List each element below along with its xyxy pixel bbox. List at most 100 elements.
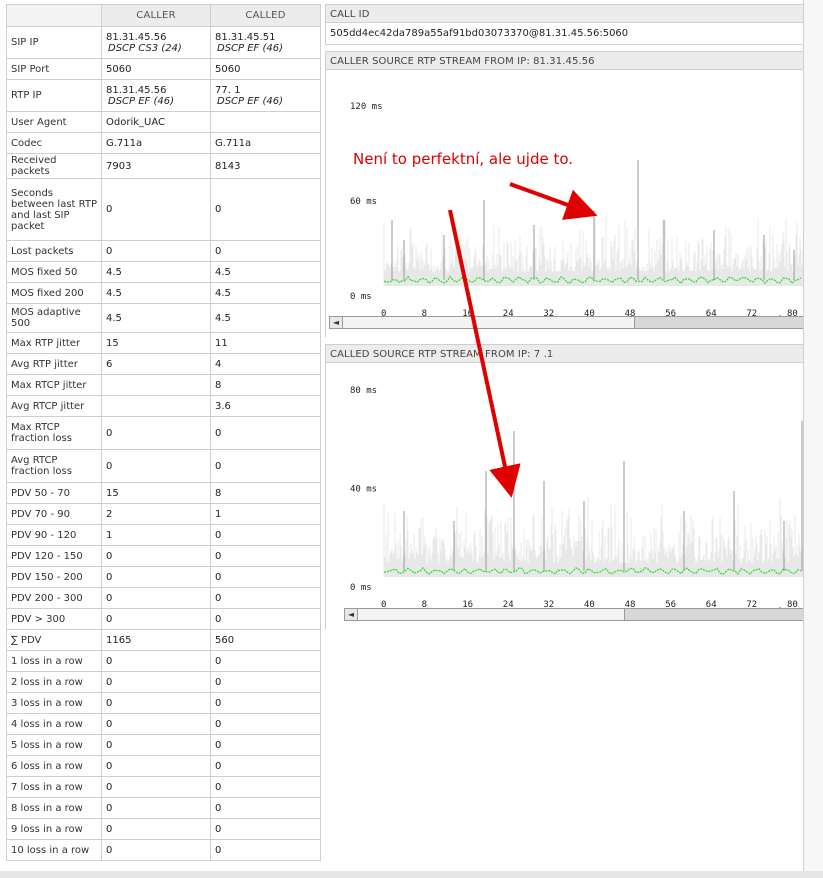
called-value-text: 1 bbox=[215, 508, 222, 520]
caller-value-text: 0 bbox=[106, 460, 113, 472]
row-label: User Agent bbox=[6, 111, 102, 133]
caller-value-text: 0 bbox=[106, 802, 113, 814]
table-row: PDV 120 - 150 0 0 bbox=[6, 545, 321, 567]
caller-value-text: 4.5 bbox=[106, 312, 122, 324]
caller-value-text: 0 bbox=[106, 823, 113, 835]
table-row: Lost packets 0 0 bbox=[6, 240, 321, 262]
called-value: 4.5 bbox=[210, 282, 321, 304]
called-jitter-graph: 80 ms40 ms0 ms08162432404856647280Loss:0… bbox=[350, 386, 804, 613]
row-label-text: 5 loss in a row bbox=[11, 739, 83, 751]
called-value: 0 bbox=[210, 776, 321, 798]
page-right-edge bbox=[803, 0, 823, 871]
row-label-text: Codec bbox=[11, 137, 43, 149]
row-label: PDV 120 - 150 bbox=[6, 545, 102, 567]
called-value-text: 81.31.45.51 bbox=[215, 31, 276, 43]
row-label-text: Max RTP jitter bbox=[11, 337, 81, 349]
called-value: 8 bbox=[210, 374, 321, 396]
caller-value-text: 0 bbox=[106, 613, 113, 625]
called-value: 0 bbox=[210, 755, 321, 777]
row-label-text: PDV > 300 bbox=[11, 613, 66, 625]
scroll-thumb[interactable] bbox=[358, 609, 625, 620]
caller-value: 0 bbox=[101, 650, 211, 672]
called-value-text: 3.6 bbox=[215, 400, 231, 412]
table-header-row: CALLER CALLED bbox=[6, 4, 321, 27]
row-label-text: PDV 50 - 70 bbox=[11, 487, 70, 499]
table-row: User Agent Odorik_UAC bbox=[6, 111, 321, 133]
called-value: 4.5 bbox=[210, 261, 321, 283]
caller-value: 0 bbox=[101, 776, 211, 798]
caller-value-text: 0 bbox=[106, 781, 113, 793]
header-caller: CALLER bbox=[101, 4, 211, 27]
caller-value-text: 81.31.45.56 bbox=[106, 31, 167, 43]
row-label: MOS adaptive 500 bbox=[6, 303, 102, 333]
called-graph-scrollbar[interactable]: ◄ bbox=[344, 608, 804, 621]
called-value: 8 bbox=[210, 482, 321, 504]
y-tick-label: 60 ms bbox=[350, 197, 377, 207]
called-value-text: 11 bbox=[215, 337, 228, 349]
called-value-text: 0 bbox=[215, 760, 222, 772]
called-value: 3.6 bbox=[210, 395, 321, 417]
row-label-text: MOS fixed 200 bbox=[11, 287, 84, 299]
table-row: PDV 50 - 70 15 8 bbox=[6, 482, 321, 504]
row-label-text: 9 loss in a row bbox=[11, 823, 83, 835]
table-row: 8 loss in a row 0 0 bbox=[6, 797, 321, 819]
called-value: 0 bbox=[210, 608, 321, 630]
table-row: PDV > 300 0 0 bbox=[6, 608, 321, 630]
caller-graph-scrollbar[interactable]: ◄ bbox=[329, 316, 804, 329]
caller-value-text: 0 bbox=[106, 739, 113, 751]
row-label: 7 loss in a row bbox=[6, 776, 102, 798]
called-value-text: 0 bbox=[215, 550, 222, 562]
row-label-text: Avg RTCP jitter bbox=[11, 400, 85, 412]
scroll-left-icon[interactable]: ◄ bbox=[330, 317, 343, 328]
called-value: 0 bbox=[210, 839, 321, 861]
table-row: MOS adaptive 500 4.5 4.5 bbox=[6, 303, 321, 333]
table-row: 6 loss in a row 0 0 bbox=[6, 755, 321, 777]
called-value-text: 0 bbox=[215, 781, 222, 793]
called-value: 560 bbox=[210, 629, 321, 651]
called-value-text: 0 bbox=[215, 613, 222, 625]
caller-value: 0 bbox=[101, 818, 211, 840]
called-value-text: 77. 1 bbox=[215, 84, 241, 96]
called-value-text: G.711a bbox=[215, 137, 252, 149]
called-value: 0 bbox=[210, 240, 321, 262]
row-label-text: PDV 200 - 300 bbox=[11, 592, 83, 604]
row-label-text: Received packets bbox=[11, 155, 57, 177]
row-label-text: 6 loss in a row bbox=[11, 760, 83, 772]
table-row: SIP IP 81.31.45.56 DSCP CS3 (24) 81.31.45.5… bbox=[6, 26, 321, 59]
called-value-text: 0 bbox=[215, 676, 222, 688]
call-stats-table: CALLER CALLED SIP IP 81.31.45.56 DSCP CS3 … bbox=[6, 4, 321, 861]
called-value: 0 bbox=[210, 818, 321, 840]
caller-value: 1165 bbox=[101, 629, 211, 651]
caller-stream-panel: CALLER SOURCE RTP STREAM FROM IP: 81.31.… bbox=[325, 51, 823, 337]
row-label-text: MOS adaptive 500 bbox=[11, 307, 81, 329]
row-label: SIP Port bbox=[6, 58, 102, 80]
annotation-text: Není to perfektní, ale ujde to. bbox=[353, 150, 574, 168]
dscp-value: DSCP EF (46) bbox=[108, 95, 175, 107]
caller-value: 0 bbox=[101, 449, 211, 483]
caller-value bbox=[101, 395, 211, 417]
table-row: 5 loss in a row 0 0 bbox=[6, 734, 321, 756]
y-tick-label: 120 ms bbox=[350, 102, 383, 112]
caller-value bbox=[101, 374, 211, 396]
row-label: MOS fixed 50 bbox=[6, 261, 102, 283]
called-value-text: 8 bbox=[215, 487, 222, 499]
caller-value: 0 bbox=[101, 839, 211, 861]
header-blank bbox=[6, 4, 102, 27]
table-row: 1 loss in a row 0 0 bbox=[6, 650, 321, 672]
row-label: 5 loss in a row bbox=[6, 734, 102, 756]
called-value: 0 bbox=[210, 449, 321, 483]
scroll-left-icon[interactable]: ◄ bbox=[345, 609, 358, 620]
caller-value-text: 4.5 bbox=[106, 287, 122, 299]
row-label-text: MOS fixed 50 bbox=[11, 266, 78, 278]
row-label: PDV 90 - 120 bbox=[6, 524, 102, 546]
caller-value: 6 bbox=[101, 353, 211, 375]
scroll-thumb[interactable] bbox=[343, 317, 635, 328]
row-label: PDV 50 - 70 bbox=[6, 482, 102, 504]
called-value: 8143 bbox=[210, 153, 321, 179]
caller-value-text: Odorik_UAC bbox=[106, 116, 165, 128]
caller-value: 0 bbox=[101, 416, 211, 450]
called-value-text: 4.5 bbox=[215, 287, 231, 299]
page-bottom-strip bbox=[0, 871, 823, 878]
row-label: Max RTCP jitter bbox=[6, 374, 102, 396]
called-value: 0 bbox=[210, 524, 321, 546]
